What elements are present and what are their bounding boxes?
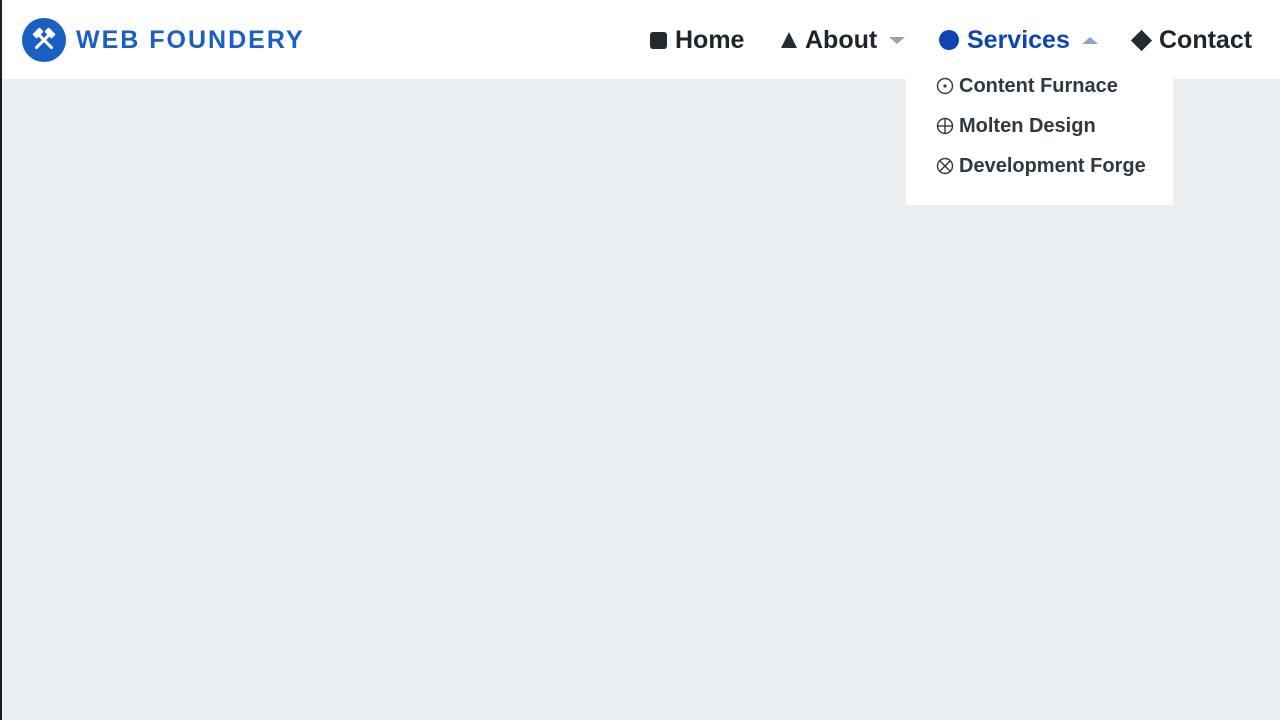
dropdown-item-content-furnace[interactable]: Content Furnace (936, 71, 1118, 101)
chevron-down-icon (889, 36, 906, 44)
brand-logo-link[interactable]: WEB FOUNDERY (22, 17, 305, 63)
dropdown-item-label: Molten Design (959, 114, 1096, 137)
circle-x-icon (936, 157, 954, 175)
triangle-icon (781, 32, 797, 48)
dropdown-item-development-forge[interactable]: Development Forge (936, 151, 1146, 181)
dropdown-item-label: Development Forge (959, 154, 1146, 177)
nav-item-contact[interactable]: Contact (1130, 22, 1253, 58)
nav-item-label: Home (675, 25, 745, 54)
services-dropdown-menu: Content Furnace Molten Design Developmen… (906, 65, 1173, 205)
chevron-up-icon (1081, 36, 1098, 44)
square-icon (650, 31, 667, 49)
circle-plus-icon (936, 117, 954, 135)
circle-dot-icon (936, 77, 954, 95)
brand-name: WEB FOUNDERY (76, 25, 305, 54)
dropdown-item-label: Content Furnace (959, 74, 1118, 97)
nav-item-home[interactable]: Home (650, 22, 744, 58)
diamond-icon (1130, 29, 1153, 51)
nav-item-label: About (805, 25, 878, 54)
nav-item-label: Services (967, 25, 1070, 54)
crossed-hammers-icon (22, 18, 66, 62)
nav-item-about[interactable]: About (781, 22, 906, 58)
nav-item-services[interactable]: Services (939, 22, 1098, 58)
dropdown-item-molten-design[interactable]: Molten Design (936, 111, 1096, 141)
circle-icon (939, 30, 959, 50)
nav-item-label: Contact (1159, 25, 1253, 54)
